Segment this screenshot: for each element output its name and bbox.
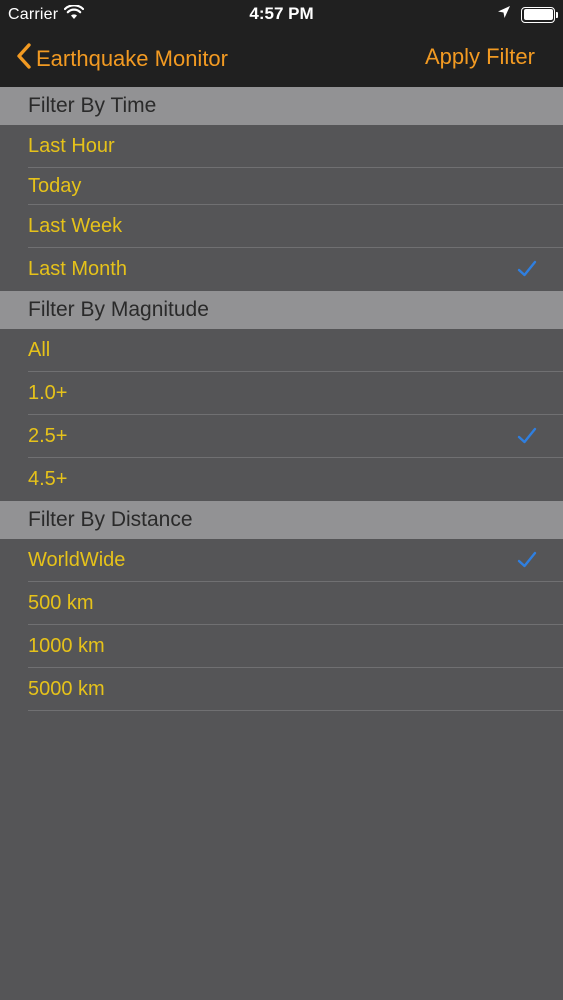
magnitude-option-4-5[interactable]: 4.5+ [0,458,563,501]
option-label: 5000 km [28,678,105,700]
option-label: Today [28,175,82,197]
back-button-label: Earthquake Monitor [36,46,228,71]
time-option-today[interactable]: Today [0,168,563,205]
time-option-last-hour[interactable]: Last Hour [0,125,563,168]
option-label: Last Hour [28,135,115,157]
option-label: Last Week [28,215,123,237]
location-arrow-icon [497,5,511,24]
apply-filter-button[interactable]: Apply Filter [425,44,535,70]
back-button[interactable]: Earthquake Monitor [16,42,228,76]
option-label: WorldWide [28,549,126,571]
time-option-last-week[interactable]: Last Week [0,205,563,248]
section-header-time: Filter By Time [0,87,563,125]
filter-list: Filter By Time Last Hour Today Last Week… [0,87,563,711]
option-label: 500 km [28,592,94,614]
checkmark-icon [517,551,537,568]
checkmark-icon [517,260,537,277]
status-right [497,5,558,24]
chevron-left-icon [16,42,32,76]
navigation-bar: Earthquake Monitor Apply Filter [0,30,563,87]
option-label: 1.0+ [28,382,68,404]
battery-fill [523,9,553,20]
time-option-last-month[interactable]: Last Month [0,248,563,291]
distance-option-500km[interactable]: 500 km [0,582,563,625]
battery-icon [521,6,558,23]
checkmark-icon [517,427,537,444]
section-header-distance: Filter By Distance [0,501,563,539]
screen: Carrier 4:57 PM Earthquake Monitor Apply… [0,0,563,1000]
option-label: 2.5+ [28,425,68,447]
magnitude-option-2-5[interactable]: 2.5+ [0,415,563,458]
status-bar: Carrier 4:57 PM [0,0,563,30]
option-label: 4.5+ [28,468,68,490]
status-time: 4:57 PM [249,4,314,23]
magnitude-option-all[interactable]: All [0,329,563,372]
distance-option-worldwide[interactable]: WorldWide [0,539,563,582]
magnitude-option-1-0[interactable]: 1.0+ [0,372,563,415]
distance-option-1000km[interactable]: 1000 km [0,625,563,668]
option-label: Last Month [28,258,127,280]
distance-option-5000km[interactable]: 5000 km [0,668,563,711]
option-label: All [28,339,51,361]
section-header-magnitude: Filter By Magnitude [0,291,563,329]
option-label: 1000 km [28,635,105,657]
